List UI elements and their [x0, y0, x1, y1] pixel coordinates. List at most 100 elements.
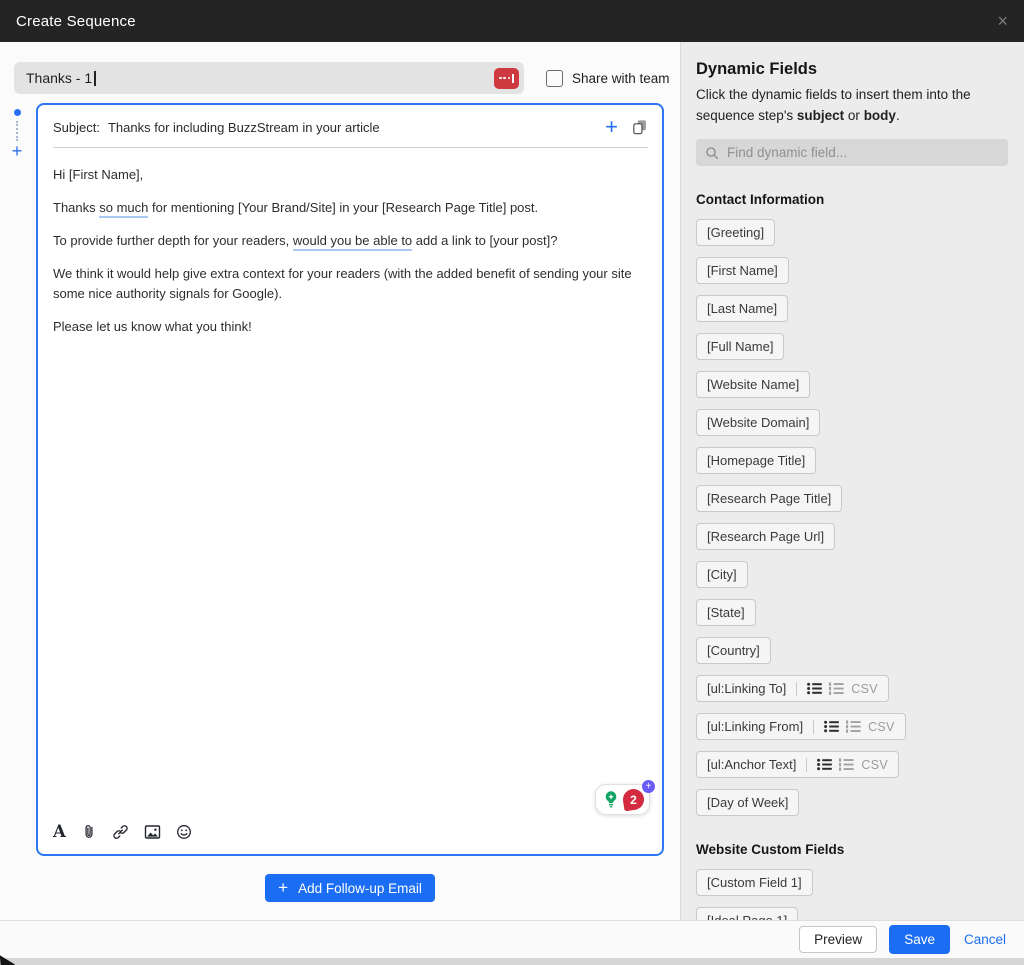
- body-paragraph: Please let us know what you think!: [53, 317, 646, 337]
- dynamic-field-chip[interactable]: [Last Name]: [696, 295, 788, 322]
- insert-field-plus-icon[interactable]: +: [605, 118, 618, 136]
- preview-button[interactable]: Preview: [799, 926, 877, 953]
- dynamic-field-chip[interactable]: [Country]: [696, 637, 771, 664]
- chip-label: [Research Page Title]: [707, 491, 831, 506]
- sidebar-section-contact-information: Contact Information [Greeting] [First Na…: [696, 192, 1008, 816]
- suggestion-underline: would you be able to: [293, 233, 412, 251]
- chip-format-options: CSV: [806, 758, 888, 772]
- share-with-team-control: Share with team: [546, 70, 670, 87]
- sidebar-title: Dynamic Fields: [696, 60, 1008, 79]
- subject-label: Subject:: [53, 120, 100, 135]
- dynamic-field-chip[interactable]: [Day of Week]: [696, 789, 799, 816]
- numbered-list-icon[interactable]: [839, 758, 854, 771]
- csv-label[interactable]: CSV: [861, 758, 888, 772]
- subject-row: Subject: Thanks for including BuzzStream…: [38, 105, 662, 145]
- dynamic-field-chip[interactable]: [ul:Anchor Text] CSV: [696, 751, 899, 778]
- dynamic-field-chip[interactable]: [Research Page Url]: [696, 523, 835, 550]
- dynamic-field-chip[interactable]: [Greeting]: [696, 219, 775, 246]
- chip-label: [Country]: [707, 643, 760, 658]
- text-caret: [94, 71, 96, 86]
- dynamic-fields-sidebar: Dynamic Fields Click the dynamic fields …: [680, 42, 1024, 920]
- csv-label[interactable]: CSV: [868, 720, 895, 734]
- bullet-list-icon[interactable]: [807, 682, 822, 695]
- dynamic-field-chip[interactable]: [State]: [696, 599, 756, 626]
- insert-emoji-button[interactable]: [176, 824, 192, 840]
- chip-label: [Greeting]: [707, 225, 764, 240]
- image-icon: [144, 824, 161, 840]
- chip-label: [ul:Linking From]: [707, 719, 803, 734]
- chip-label: [Website Name]: [707, 377, 799, 392]
- numbered-list-icon[interactable]: [829, 682, 844, 695]
- cancel-button[interactable]: Cancel: [962, 932, 1008, 947]
- chip-label: [Ideal Page 1]: [707, 913, 787, 920]
- create-sequence-dialog: Create Sequence × Thanks - 1 Share with …: [0, 0, 1024, 965]
- body-paragraph: We think it would help give extra contex…: [53, 264, 646, 304]
- suggestion-underline: so much: [99, 200, 148, 218]
- sidebar-section-website-custom-fields: Website Custom Fields [Custom Field 1] […: [696, 842, 1008, 920]
- step-indicator-dot: [14, 109, 21, 116]
- share-with-team-checkbox[interactable]: [546, 70, 563, 87]
- format-text-button[interactable]: A: [53, 824, 66, 840]
- chip-list: [Greeting] [First Name] [Last Name] [Ful…: [696, 219, 1008, 816]
- insert-dynamic-field-button[interactable]: [494, 68, 519, 89]
- subject-input[interactable]: Thanks for including BuzzStream in your …: [108, 120, 380, 135]
- close-icon[interactable]: ×: [997, 12, 1008, 30]
- email-editor: Subject: Thanks for including BuzzStream…: [36, 103, 664, 856]
- plus-icon: +: [278, 881, 288, 895]
- dynamic-field-chip[interactable]: [Research Page Title]: [696, 485, 842, 512]
- chip-label: [ul:Anchor Text]: [707, 757, 796, 772]
- numbered-list-icon[interactable]: [846, 720, 861, 733]
- ellipsis-icon: [499, 74, 514, 83]
- alerts-badge: 2: [622, 788, 646, 812]
- chip-label: [Custom Field 1]: [707, 875, 802, 890]
- body-paragraph: Hi [First Name],: [53, 165, 646, 185]
- add-followup-email-button[interactable]: + Add Follow-up Email: [265, 874, 435, 902]
- add-step-plus-icon[interactable]: +: [12, 144, 23, 159]
- attach-file-button[interactable]: [81, 823, 97, 840]
- bullet-list-icon[interactable]: [824, 720, 839, 733]
- chip-format-options: CSV: [813, 720, 895, 734]
- footer-bar: Preview Save Cancel: [0, 920, 1024, 958]
- editor-toolbar: A: [38, 817, 662, 854]
- dynamic-field-chip[interactable]: [ul:Linking From] CSV: [696, 713, 906, 740]
- writing-assistant-widget[interactable]: 2 +: [595, 784, 650, 815]
- csv-label[interactable]: CSV: [851, 682, 878, 696]
- chip-label: [First Name]: [707, 263, 778, 278]
- dynamic-field-chip[interactable]: [Custom Field 1]: [696, 869, 813, 896]
- insert-image-button[interactable]: [144, 824, 161, 840]
- email-body-editor[interactable]: Hi [First Name], Thanks so much for ment…: [38, 148, 662, 784]
- dynamic-field-chip[interactable]: [ul:Linking To] CSV: [696, 675, 889, 702]
- chip-label: [State]: [707, 605, 745, 620]
- emoji-icon: [176, 824, 192, 840]
- sequence-name-input[interactable]: Thanks - 1: [14, 62, 524, 94]
- dynamic-field-chip[interactable]: [Full Name]: [696, 333, 784, 360]
- section-title: Contact Information: [696, 192, 1008, 207]
- bullet-list-icon[interactable]: [817, 758, 832, 771]
- add-followup-email-label: Add Follow-up Email: [298, 881, 422, 896]
- save-button[interactable]: Save: [889, 925, 950, 954]
- dynamic-field-chip[interactable]: [Website Name]: [696, 371, 810, 398]
- section-title: Website Custom Fields: [696, 842, 1008, 857]
- insert-link-button[interactable]: [112, 824, 129, 840]
- dynamic-field-search: [696, 139, 1008, 166]
- body-paragraph: Thanks so much for mentioning [Your Bran…: [53, 198, 646, 218]
- sidebar-description: Click the dynamic fields to insert them …: [696, 84, 1008, 126]
- chip-label: [Research Page Url]: [707, 529, 824, 544]
- dynamic-field-chip[interactable]: [Ideal Page 1]: [696, 907, 798, 920]
- search-input[interactable]: [725, 144, 999, 161]
- step-connector-line: [16, 121, 18, 141]
- dynamic-field-chip[interactable]: [First Name]: [696, 257, 789, 284]
- premium-plus-badge: +: [642, 780, 655, 793]
- copy-icon[interactable]: [631, 118, 648, 136]
- search-icon: [705, 146, 719, 160]
- chip-label: [Day of Week]: [707, 795, 788, 810]
- dynamic-field-chip[interactable]: [City]: [696, 561, 748, 588]
- dialog-body: Thanks - 1 Share with team + Su: [0, 42, 1024, 920]
- dynamic-field-chip[interactable]: [Website Domain]: [696, 409, 820, 436]
- chip-list: [Custom Field 1] [Ideal Page 1]: [696, 869, 1008, 920]
- window-edge: [0, 958, 1024, 965]
- dynamic-field-chip[interactable]: [Homepage Title]: [696, 447, 816, 474]
- assistant-badge-row: 2 +: [38, 784, 662, 817]
- share-with-team-label: Share with team: [572, 71, 670, 86]
- chip-label: [Last Name]: [707, 301, 777, 316]
